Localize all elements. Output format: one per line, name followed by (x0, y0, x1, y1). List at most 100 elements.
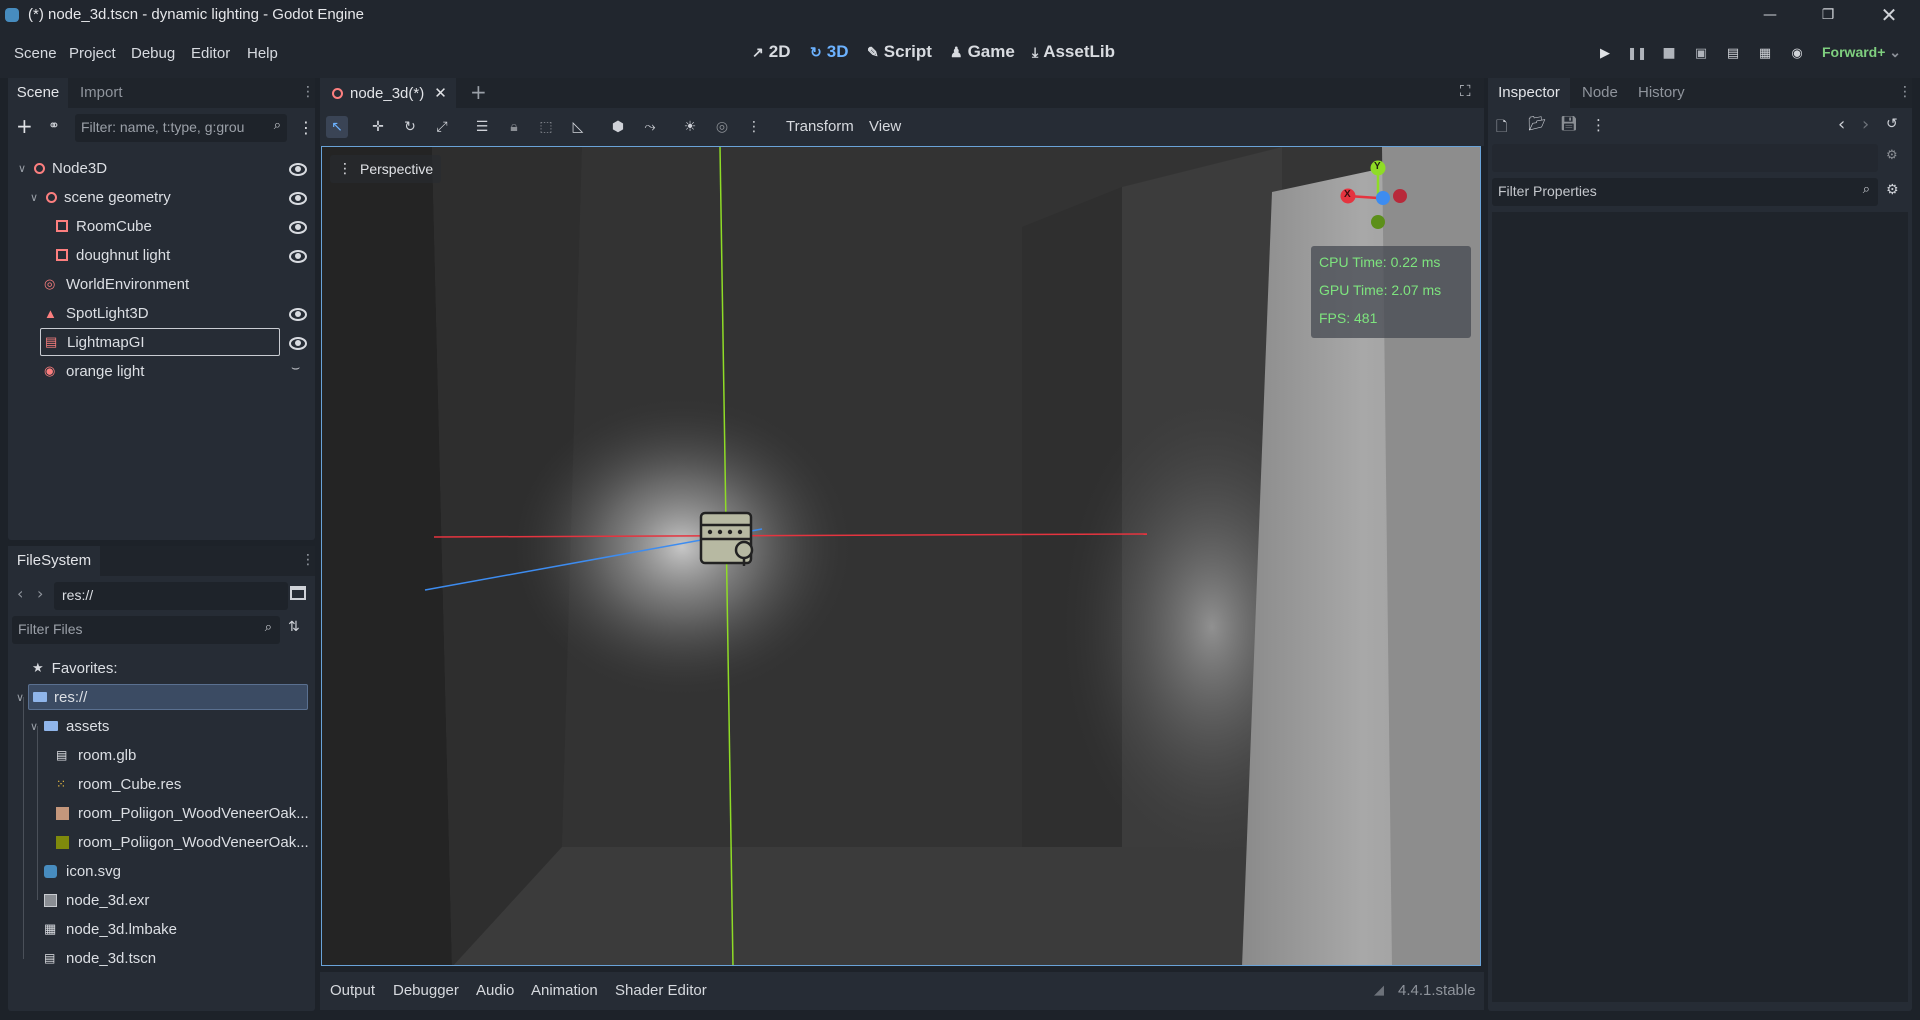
workspace-assetlib-button[interactable]: ⤓ AssetLib (1032, 42, 1115, 62)
tree-item-orange-light[interactable]: ◉ orange light (44, 357, 306, 385)
file-item-room-glb[interactable]: ▤ room.glb (56, 741, 136, 769)
visibility-eye-icon[interactable] (289, 221, 307, 234)
play-icon[interactable]: ▶ (1592, 40, 1618, 66)
restore-icon[interactable]: ❐ (1805, 0, 1851, 30)
remote-debug-icon[interactable]: ▣ (1688, 40, 1714, 66)
object-help-icon[interactable]: ⚙ (1886, 148, 1898, 163)
lightmapgi-gizmo-icon[interactable] (699, 511, 754, 566)
minimize-icon[interactable]: — (1747, 0, 1793, 30)
path-input[interactable]: res:// (54, 582, 288, 610)
filter-properties-input[interactable]: Filter Properties ⌕ (1492, 178, 1878, 206)
add-node-icon[interactable]: + (16, 114, 33, 138)
file-item-node3d-tscn[interactable]: ▤ node_3d.tscn (44, 944, 156, 972)
move-tool-icon[interactable]: ✛ (367, 116, 389, 138)
viewport-3d[interactable]: ⋮ Perspective Y X CPU Time: 0.22 ms GPU … (321, 146, 1481, 966)
recent-history-icon[interactable]: ↺ (1886, 116, 1898, 132)
ruler-icon[interactable]: ◺ (567, 116, 589, 138)
bottom-tab-debugger[interactable]: Debugger (393, 982, 459, 999)
tree-item-spotlight3d[interactable]: ▲ SpotLight3D (44, 299, 306, 327)
sun-preview-icon[interactable]: ☀ (679, 116, 701, 138)
back-arrow-icon[interactable]: ‹ (17, 584, 23, 603)
play-custom-scene-icon[interactable]: ▦ (1752, 40, 1778, 66)
visibility-eye-icon[interactable] (289, 250, 307, 263)
open-resource-icon[interactable]: 📂︎ (1528, 116, 1546, 132)
snap-icon[interactable]: ⤳ (639, 116, 661, 138)
tree-item-worldenvironment[interactable]: ◎ WorldEnvironment (44, 270, 306, 298)
stop-icon[interactable]: ■ (1656, 40, 1682, 66)
workspace-2d-button[interactable]: ↗ 2D (752, 42, 790, 62)
menu-debug[interactable]: Debug (131, 45, 175, 62)
pause-icon[interactable]: ❚❚ (1624, 40, 1650, 66)
bottom-tab-animation[interactable]: Animation (531, 982, 598, 999)
play-scene-icon[interactable]: ▤ (1720, 40, 1746, 66)
tree-item-doughnut-light[interactable]: doughnut light (56, 241, 306, 269)
file-item-node3d-exr[interactable]: node_3d.exr (44, 886, 149, 914)
forward-arrow-icon[interactable]: › (37, 584, 43, 603)
dock-menu-icon[interactable]: ⋮ (301, 552, 315, 568)
visibility-eye-icon[interactable] (289, 337, 307, 350)
tree-item-roomcube[interactable]: RoomCube (56, 212, 306, 240)
dock-menu-icon[interactable]: ⋮ (1898, 84, 1912, 100)
orientation-gizmo[interactable]: Y X (1335, 152, 1420, 237)
bottom-tab-shader-editor[interactable]: Shader Editor (615, 982, 707, 999)
environment-preview-icon[interactable]: ◎ (711, 116, 733, 138)
bottom-tab-audio[interactable]: Audio (476, 982, 514, 999)
distraction-free-icon[interactable]: ⛶ (1460, 82, 1471, 100)
tree-item-node3d[interactable]: ∨ Node3D (18, 154, 308, 182)
workspace-3d-button[interactable]: ↻ 3D (810, 42, 848, 62)
tab-filesystem[interactable]: FileSystem (8, 546, 100, 576)
menu-editor[interactable]: Editor (191, 45, 230, 62)
history-back-icon[interactable]: ‹ (1838, 114, 1845, 135)
lock-icon[interactable]: 🔒︎ (503, 116, 525, 138)
tab-import[interactable]: Import (80, 84, 123, 101)
history-forward-icon[interactable]: › (1862, 114, 1869, 135)
scale-tool-icon[interactable]: ⤢ (431, 116, 453, 138)
perspective-menu[interactable]: ⋮ Perspective (330, 155, 442, 183)
object-path-field[interactable] (1492, 144, 1878, 172)
bottom-tab-output[interactable]: Output (330, 982, 375, 999)
select-tool-icon[interactable]: ↖ (326, 116, 348, 138)
menu-help[interactable]: Help (247, 45, 278, 62)
split-view-icon[interactable] (290, 586, 306, 600)
filter-files-input[interactable]: Filter Files ⌕ (12, 616, 280, 644)
scene-options-icon[interactable]: ⋮ (298, 118, 314, 137)
tab-inspector[interactable]: Inspector (1488, 78, 1570, 108)
hidden-eye-icon[interactable]: ⌣ (291, 360, 300, 376)
file-item-room-cube-res[interactable]: ⁙ room_Cube.res (56, 770, 181, 798)
group-icon[interactable]: ⬚ (535, 116, 557, 138)
visibility-eye-icon[interactable] (289, 192, 307, 205)
new-resource-icon[interactable]: 🗋︎ (1496, 116, 1507, 140)
sort-icon[interactable]: ⇅ (288, 619, 300, 635)
file-item-material-2[interactable]: room_Poliigon_WoodVeneerOak... (56, 828, 309, 856)
list-select-icon[interactable]: ☰ (471, 116, 493, 138)
extra-options-icon[interactable]: ⋮ (1591, 116, 1606, 134)
transform-menu[interactable]: Transform (786, 118, 854, 135)
visibility-eye-icon[interactable] (289, 163, 307, 176)
file-item-node3d-lmbake[interactable]: ▦ node_3d.lmbake (44, 915, 177, 943)
link-icon[interactable]: ⚭ (48, 118, 60, 134)
file-item-icon-svg[interactable]: icon.svg (44, 857, 121, 885)
editor-tab-node3d[interactable]: node_3d(*) ✕ (320, 78, 456, 108)
workspace-script-button[interactable]: ✎ Script (867, 42, 932, 62)
property-options-icon[interactable]: ⚙ (1886, 182, 1899, 198)
tab-history[interactable]: History (1638, 84, 1685, 101)
local-space-icon[interactable]: ⬢ (607, 116, 629, 138)
visibility-eye-icon[interactable] (289, 308, 307, 321)
tab-scene[interactable]: Scene (8, 78, 68, 108)
more-options-icon[interactable]: ⋮ (743, 116, 765, 138)
tree-item-scene-geometry[interactable]: ∨ scene geometry (30, 183, 308, 211)
favorites-item[interactable]: ★ Favorites: (32, 654, 118, 682)
close-icon[interactable]: ✕ (1866, 0, 1912, 30)
file-item-res[interactable]: ∨ res:// (16, 683, 310, 711)
new-tab-icon[interactable]: + (470, 80, 487, 104)
rotate-tool-icon[interactable]: ↻ (399, 116, 421, 138)
close-icon[interactable]: ✕ (434, 84, 447, 102)
tree-item-lightmapgi[interactable]: ▤ LightmapGI (40, 328, 280, 356)
tab-node[interactable]: Node (1582, 84, 1618, 101)
scene-filter-input[interactable]: Filter: name, t:type, g:grou ⌕ (75, 114, 287, 142)
dock-menu-icon[interactable]: ⋮ (301, 84, 315, 100)
file-item-assets[interactable]: ∨ assets (30, 712, 109, 740)
view-menu[interactable]: View (869, 118, 901, 135)
renderer-select[interactable]: Forward+ ⌄ (1822, 44, 1901, 61)
file-item-material-1[interactable]: room_Poliigon_WoodVeneerOak... (56, 799, 309, 827)
